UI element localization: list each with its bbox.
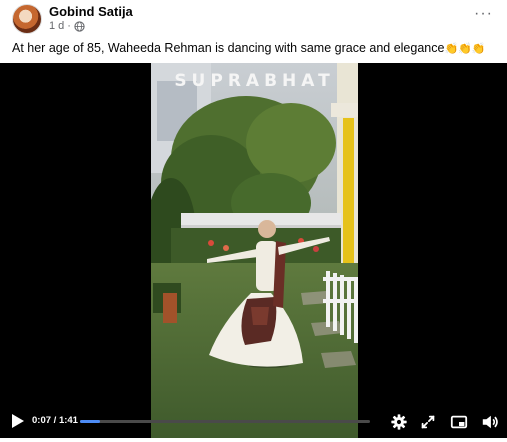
caption-text: At her age of 85, Waheeda Rehman is danc… — [12, 41, 445, 55]
play-icon[interactable] — [11, 413, 25, 429]
fullscreen-icon[interactable] — [419, 413, 437, 431]
facebook-post: Gobind Satija 1 d · ··· At her age of 85… — [0, 0, 507, 442]
post-meta: 1 d · — [49, 20, 85, 32]
time-separator: / — [51, 415, 59, 426]
video-controls: 0:07 / 1:41 — [0, 404, 507, 438]
volume-icon[interactable] — [481, 413, 499, 431]
video-player[interactable]: SUPRABHAT 0:07 / 1:41 — [0, 63, 507, 438]
author-name[interactable]: Gobind Satija — [49, 4, 133, 19]
video-scene — [151, 63, 358, 438]
globe-icon — [74, 20, 85, 32]
video-frame[interactable]: SUPRABHAT — [151, 63, 358, 438]
post-caption: At her age of 85, Waheeda Rehman is danc… — [12, 41, 486, 55]
more-options-icon[interactable]: ··· — [474, 6, 493, 22]
current-time: 0:07 — [32, 415, 52, 426]
video-time: 0:07 / 1:41 — [32, 415, 78, 426]
video-watermark: SUPRABHAT — [174, 71, 335, 91]
progress-bar[interactable] — [80, 420, 370, 423]
picture-in-picture-icon[interactable] — [450, 413, 468, 431]
meta-separator: · — [67, 20, 71, 32]
clapping-hands-emoji: 👏👏👏 — [444, 43, 486, 55]
settings-icon[interactable] — [390, 413, 408, 431]
progress-fill — [80, 420, 100, 423]
post-timestamp[interactable]: 1 d — [49, 20, 64, 32]
duration: 1:41 — [58, 415, 78, 426]
avatar[interactable] — [12, 4, 42, 34]
